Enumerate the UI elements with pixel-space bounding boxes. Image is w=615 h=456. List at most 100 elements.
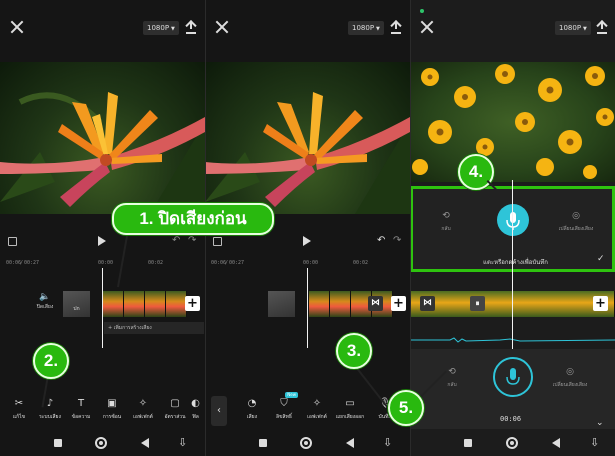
add-clip-button[interactable]: + (391, 296, 406, 311)
time-total: 00:27 (24, 260, 40, 266)
tool-volume[interactable]: ◔ เสียง (237, 397, 267, 421)
callout-step-3: 3. (336, 333, 372, 369)
hide-keyboard-icon[interactable]: ⇩ (383, 437, 392, 449)
tool-effects[interactable]: ✧ เอฟเฟกต์ (128, 397, 158, 421)
undo-icon[interactable]: ↶ (377, 235, 385, 247)
close-icon[interactable] (420, 20, 434, 34)
voice-changer-label: เปลี่ยนเสียงเสียง (552, 382, 588, 388)
home-icon[interactable] (300, 437, 312, 449)
music-note-icon: ♪ (46, 398, 54, 409)
tool-label: แก้ไข (12, 414, 26, 420)
undo-circle-icon[interactable]: ⟲ (432, 367, 472, 377)
play-icon[interactable] (303, 236, 311, 246)
hide-keyboard-icon[interactable]: ⇩ (178, 437, 187, 449)
text-icon: T (77, 398, 85, 409)
tick-label: 00:02 (148, 260, 164, 266)
speaker-icon: 🔈 (39, 292, 51, 302)
filter-icon: ◐ (191, 398, 200, 409)
playhead[interactable] (102, 268, 103, 348)
video-frame (103, 291, 124, 317)
hide-keyboard-icon[interactable]: ⇩ (590, 437, 599, 449)
add-clip-button[interactable]: + (593, 296, 608, 311)
video-frame (166, 291, 187, 317)
home-icon[interactable] (506, 437, 518, 449)
top-bar: 1080P ▼ (410, 14, 615, 42)
video-frame (145, 291, 166, 317)
tool-overlay[interactable]: ▣ การซ้อน (97, 397, 127, 421)
back-icon[interactable] (141, 438, 149, 448)
playhead[interactable] (307, 268, 308, 348)
tool-audio[interactable]: ♪ ระบบเสียง (35, 397, 65, 421)
undo-icon[interactable]: ↶ (172, 235, 180, 247)
flower-image (205, 92, 410, 214)
fullscreen-icon[interactable] (213, 237, 222, 246)
voice-changer-icon[interactable]: ◎ (556, 211, 596, 221)
screenshot-stage: 1080P ▼ ↶ ↷ 00:06 / 00:27 00:00 00:02 🔈 … (0, 0, 615, 456)
playback-row: ↶ ↷ (205, 234, 410, 250)
voice-changer-icon[interactable]: ◎ (550, 367, 590, 377)
play-icon[interactable] (98, 236, 106, 246)
tool-sound-effect[interactable]: ✧ เอฟเฟกต์ (302, 397, 332, 421)
export-icon[interactable] (186, 20, 196, 34)
callout-step-1: 1. ปิดเสียงก่อน (112, 203, 274, 235)
top-bar: 1080P ▼ (205, 14, 410, 42)
undo-circle-icon[interactable]: ⟲ (426, 211, 466, 221)
export-icon[interactable] (597, 20, 607, 34)
tool-label: เสียง (246, 414, 258, 420)
caret-down-icon: ▼ (376, 26, 380, 32)
back-icon[interactable] (552, 438, 560, 448)
cover-thumbnail[interactable]: ปก (63, 291, 90, 317)
effects-icon: ✧ (138, 398, 148, 409)
recents-icon[interactable] (464, 439, 472, 447)
add-clip-button[interactable]: + (185, 296, 200, 311)
split-icon[interactable]: ⏸ (470, 296, 485, 311)
undo-label: กลับ (447, 382, 457, 388)
close-icon[interactable] (10, 20, 24, 34)
mic-icon (506, 212, 520, 230)
close-icon[interactable] (215, 20, 229, 34)
add-audio-bar[interactable]: + เพิ่มการสร้างเสียง (104, 322, 204, 334)
panel-divider (410, 0, 411, 456)
home-icon[interactable] (95, 437, 107, 449)
cover-thumbnail[interactable] (268, 291, 295, 317)
copyright-icon: ⛉ (280, 398, 288, 409)
redo-icon[interactable]: ↷ (188, 235, 196, 247)
time-total: 00:27 (229, 260, 245, 266)
record-button-large[interactable] (493, 357, 533, 397)
playhead[interactable] (512, 180, 513, 350)
mute-clip-button[interactable]: 🔈 ปิดเสียง (30, 291, 60, 317)
tool-copyright[interactable]: New ⛉ ลิขสิทธิ์ (269, 392, 299, 421)
resolution-label: 1080P (147, 24, 170, 32)
extract-icon: ▭ (345, 398, 355, 409)
callout-step-4: 4. (458, 154, 494, 190)
tool-text[interactable]: T ข้อความ (66, 397, 96, 421)
recents-icon[interactable] (259, 439, 267, 447)
system-nav-bar: ⇩ (205, 434, 410, 452)
volume-icon: ◔ (247, 398, 257, 409)
tool-extract-audio[interactable]: ▭ แยกเสียงออก (335, 397, 365, 421)
tool-label: ฟิล (192, 414, 199, 420)
resolution-button[interactable]: 1080P ▼ (555, 21, 591, 35)
redo-icon[interactable]: ↷ (393, 235, 401, 247)
callout-step-5: 5. (388, 390, 424, 426)
tool-label: แยกเสียงออก (335, 414, 365, 420)
fullscreen-icon[interactable] (8, 237, 17, 246)
tool-filter[interactable]: ◐ ฟิล (186, 397, 205, 421)
resolution-button[interactable]: 1080P ▼ (348, 21, 384, 35)
tool-edit[interactable]: ✂ แก้ไข (4, 397, 34, 421)
export-icon[interactable] (391, 20, 401, 34)
transition-icon[interactable]: ⋈ (420, 296, 435, 311)
recents-icon[interactable] (54, 439, 62, 447)
chevron-down-icon[interactable]: ⌄ (596, 418, 604, 428)
video-frame (330, 291, 351, 317)
transition-icon[interactable]: ⋈ (368, 296, 383, 311)
system-nav-bar: ⇩ (410, 434, 615, 452)
resolution-button[interactable]: 1080P ▼ (143, 21, 179, 35)
time-separator: / (225, 260, 229, 266)
tool-label: เอฟเฟกต์ (133, 414, 153, 420)
back-icon[interactable] (346, 438, 354, 448)
check-icon[interactable]: ✓ (597, 254, 605, 264)
video-track[interactable] (103, 291, 189, 317)
time-separator: / (20, 260, 24, 266)
record-button[interactable] (497, 204, 529, 236)
